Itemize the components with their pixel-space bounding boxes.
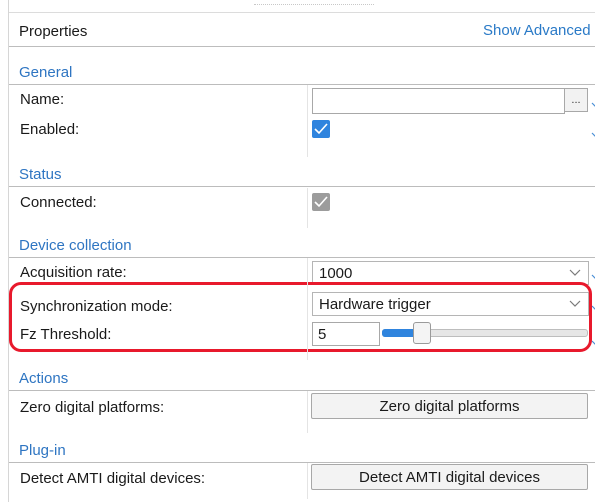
properties-title: Properties — [19, 23, 88, 40]
chevron-down-icon[interactable] — [591, 130, 595, 140]
chevron-down-icon — [569, 269, 581, 276]
section-title-status: Status — [19, 166, 62, 183]
name-field[interactable] — [312, 88, 565, 114]
section-title-device-collection: Device collection — [19, 237, 132, 254]
show-advanced-link[interactable]: Show Advanced — [483, 22, 591, 39]
highlight-annotation — [9, 282, 592, 352]
connected-label: Connected: — [20, 194, 97, 211]
zero-platforms-button[interactable]: Zero digital platforms — [311, 393, 588, 419]
section-general[interactable]: General — [9, 58, 595, 85]
chevron-down-icon[interactable] — [591, 272, 595, 282]
section-status[interactable]: Status — [9, 160, 595, 187]
section-plugin[interactable]: Plug-in — [9, 436, 595, 463]
section-actions[interactable]: Actions — [9, 364, 595, 391]
resize-grip[interactable] — [254, 4, 374, 8]
enabled-checkbox[interactable] — [312, 120, 330, 138]
column-divider — [307, 391, 308, 433]
chevron-down-icon[interactable] — [591, 100, 595, 110]
section-title-general: General — [19, 64, 73, 81]
zero-platforms-label: Zero digital platforms: — [20, 399, 165, 416]
name-label: Name: — [20, 91, 65, 108]
detect-devices-button[interactable]: Detect AMTI digital devices — [311, 464, 588, 490]
section-title-actions: Actions — [19, 370, 69, 387]
checkmark-icon — [314, 196, 328, 208]
acquisition-rate-label: Acquisition rate: — [20, 264, 127, 281]
connected-checkbox — [312, 193, 330, 211]
name-browse-button[interactable]: ... — [564, 88, 588, 112]
column-divider — [307, 463, 308, 499]
detect-devices-label: Detect AMTI digital devices: — [20, 470, 206, 487]
properties-header: Properties Show Advanced — [9, 12, 595, 47]
enabled-label: Enabled: — [20, 121, 80, 138]
column-divider — [307, 258, 308, 360]
acquisition-rate-value: 1000 — [319, 265, 353, 282]
section-title-plugin: Plug-in — [19, 442, 66, 459]
column-divider — [307, 85, 308, 157]
column-divider — [307, 188, 308, 228]
properties-panel: Properties Show Advanced General Name: .… — [8, 0, 595, 502]
section-device-collection[interactable]: Device collection — [9, 231, 595, 258]
checkmark-icon — [314, 123, 328, 135]
